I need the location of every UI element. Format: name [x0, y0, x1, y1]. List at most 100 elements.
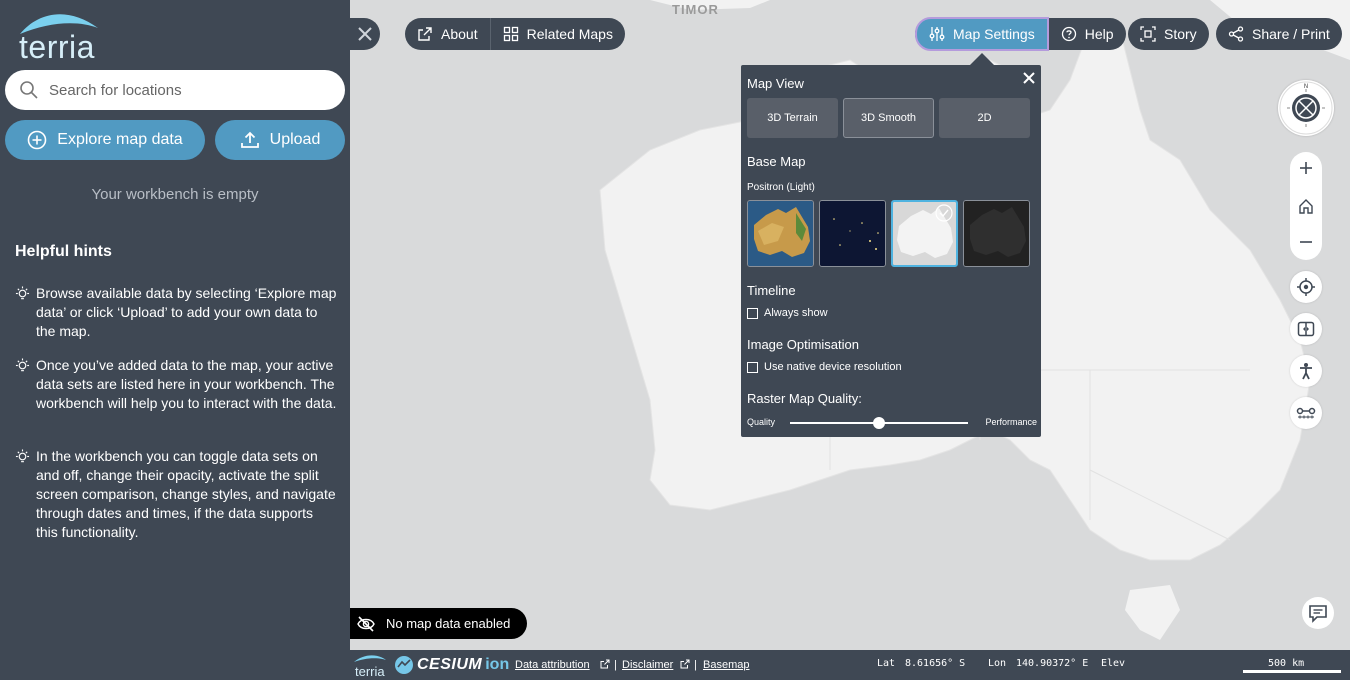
basemap-satellite-tile[interactable] [747, 200, 814, 267]
close-panel-icon[interactable] [1022, 71, 1036, 85]
split-screen-button[interactable] [1290, 313, 1322, 345]
close-icon [358, 27, 372, 41]
cesium-text: CESIUM [417, 656, 483, 673]
timeline-always-show-label: Always show [764, 307, 828, 319]
lat-label: Lat [877, 658, 896, 669]
menu-bar-left: About Related Maps [405, 18, 625, 50]
upload-button[interactable]: Upload [215, 120, 345, 160]
hint-text: Once you’ve added data to the map, your … [36, 357, 337, 411]
timeline-always-show-row[interactable]: Always show [747, 307, 828, 319]
search-icon [20, 81, 38, 99]
data-attribution-link[interactable]: Data attribution [515, 659, 590, 671]
image-optimisation-title: Image Optimisation [747, 337, 859, 352]
home-icon [1299, 199, 1313, 214]
accessibility-icon [1300, 363, 1312, 380]
raster-quality-slider[interactable] [790, 417, 968, 429]
compass-north-label: N [1304, 83, 1309, 90]
hint-item: Browse available data by selecting ‘Expl… [15, 284, 337, 341]
zoom-controls [1290, 152, 1322, 260]
plus-circle-icon [27, 130, 47, 150]
feedback-chat-icon [1309, 605, 1327, 623]
zoom-out-button[interactable] [1290, 226, 1322, 258]
zoom-in-button[interactable] [1290, 152, 1322, 184]
compass-icon: N [1279, 81, 1333, 135]
basemap-dark-thumbnail [964, 201, 1029, 266]
explore-map-data-button[interactable]: Explore map data [5, 120, 205, 160]
external-link-icon [600, 659, 610, 669]
help-button[interactable]: Help [1049, 18, 1126, 50]
no-map-data-text: No map data enabled [386, 616, 511, 631]
basemap-link[interactable]: Basemap [703, 659, 749, 671]
hint-text: In the workbench you can toggle data set… [36, 448, 336, 540]
compass-control[interactable]: N [1278, 80, 1334, 136]
map-settings-label: Map Settings [953, 26, 1035, 42]
lat-value: 8.61656° S [905, 658, 966, 669]
reset-view-button[interactable] [1290, 190, 1322, 222]
eye-off-icon [357, 615, 375, 632]
crosshair-icon [1297, 278, 1315, 296]
share-print-label: Share / Print [1252, 26, 1330, 42]
basemap-dark-tile[interactable] [963, 200, 1030, 267]
helpful-hints-title: Helpful hints [15, 243, 112, 260]
about-label: About [441, 26, 478, 42]
lightbulb-icon [15, 449, 30, 463]
external-link-icon [418, 27, 432, 41]
raster-quality-title: Raster Map Quality: [747, 391, 862, 406]
lon-label: Lon [988, 658, 1007, 669]
feedback-button[interactable] [1302, 597, 1334, 629]
performance-label: Performance [985, 417, 1037, 427]
basemap-positron-tile[interactable] [891, 200, 958, 267]
search-box[interactable] [5, 70, 345, 110]
share-button-wrap: Share / Print [1216, 18, 1342, 50]
related-maps-label: Related Maps [526, 26, 613, 42]
view-3d-smooth-button[interactable]: 3D Smooth [843, 98, 934, 138]
about-button[interactable]: About [405, 18, 490, 50]
story-button[interactable]: Story [1128, 18, 1209, 50]
view-3d-terrain-button[interactable]: 3D Terrain [747, 98, 838, 138]
hint-item: In the workbench you can toggle data set… [15, 447, 337, 542]
upload-icon [240, 131, 259, 148]
story-label: Story [1164, 26, 1197, 42]
footer-separator: | [614, 659, 617, 671]
help-circle-icon [1061, 26, 1076, 42]
measure-tool-button[interactable] [1290, 397, 1322, 429]
timeline-title: Timeline [747, 283, 796, 298]
story-icon [1140, 26, 1156, 42]
split-screen-icon [1297, 321, 1315, 337]
scale-bar [1243, 670, 1341, 673]
my-location-button[interactable] [1290, 271, 1322, 303]
grid-icon [503, 26, 518, 42]
lightbulb-icon [15, 358, 30, 372]
native-resolution-row[interactable]: Use native device resolution [747, 361, 902, 373]
timeline-always-show-checkbox[interactable] [747, 307, 758, 319]
explore-label: Explore map data [57, 131, 183, 148]
cesium-logo-icon [395, 656, 413, 674]
workbench-empty-text: Your workbench is empty [91, 186, 259, 203]
accessibility-button[interactable] [1290, 355, 1322, 387]
menu-bar-settings-help: Map Settings Help [915, 17, 1126, 51]
story-button-wrap: Story [1128, 18, 1209, 50]
external-link-icon [680, 659, 690, 669]
cesium-ion-logo[interactable]: CESIUM ion [394, 655, 509, 675]
sidebar: terria Explore map data Upload Your work… [0, 0, 350, 680]
slider-fill [790, 422, 879, 424]
share-print-button[interactable]: Share / Print [1216, 18, 1342, 50]
ion-text: ion [485, 656, 510, 673]
map-settings-button[interactable]: Map Settings [915, 17, 1049, 51]
basemap-positron-thumbnail [893, 202, 956, 265]
measure-icon [1296, 407, 1316, 419]
basemap-night-tile[interactable] [819, 200, 886, 267]
plus-icon [1300, 162, 1312, 174]
slider-thumb[interactable] [873, 417, 885, 429]
base-map-title: Base Map [747, 154, 806, 169]
disclaimer-link[interactable]: Disclaimer [622, 659, 673, 671]
view-2d-button[interactable]: 2D [939, 98, 1030, 138]
elev-label: Elev [1101, 658, 1126, 669]
related-maps-button[interactable]: Related Maps [491, 18, 625, 50]
search-input[interactable] [49, 81, 329, 99]
lightbulb-icon [15, 286, 30, 300]
terria-small-logo-text: terria [355, 664, 385, 679]
native-resolution-checkbox[interactable] [747, 361, 758, 373]
native-resolution-label: Use native device resolution [764, 361, 902, 373]
minus-icon [1300, 241, 1312, 243]
